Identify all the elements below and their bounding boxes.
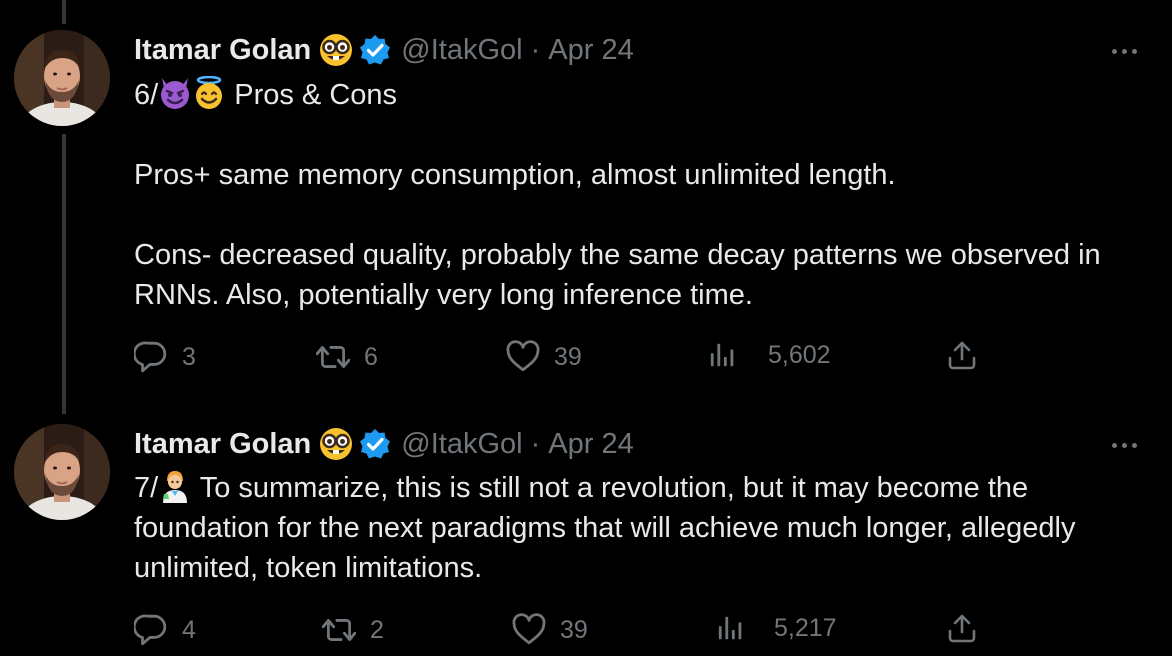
- author-handle[interactable]: @ItakGol: [401, 428, 522, 461]
- tweet-text: 7/ To summarize, this is still not a rev…: [134, 468, 1154, 588]
- tweet-paragraph: Pros+ same memory consumption, almost un…: [134, 159, 896, 191]
- tweet-actions: 4 2 39 5,217: [134, 613, 994, 653]
- reply-count: 3: [182, 342, 196, 371]
- verified-badge-icon[interactable]: [359, 34, 392, 66]
- reply-count: 4: [182, 615, 196, 644]
- share-button[interactable]: [946, 613, 978, 645]
- retweet-icon: [316, 346, 350, 368]
- tweet-actions: 3 6 39 5,602: [134, 340, 994, 380]
- author-name[interactable]: Itamar Golan: [134, 34, 311, 67]
- reply-icon: [134, 614, 167, 646]
- separator-dot: ·: [530, 33, 541, 66]
- tweet-date[interactable]: Apr 24: [548, 428, 633, 461]
- tweet-header: Itamar Golan @ItakGol · Apr 24: [134, 424, 634, 464]
- retweet-count: 6: [364, 342, 378, 371]
- like-count: 39: [554, 342, 582, 371]
- tweet-paragraph: Cons- decreased quality, probably the sa…: [134, 239, 1101, 311]
- tweet-date[interactable]: Apr 24: [548, 34, 633, 67]
- retweet-button[interactable]: 2: [322, 613, 384, 647]
- share-button[interactable]: [946, 340, 978, 372]
- author-avatar[interactable]: [14, 424, 110, 520]
- like-button[interactable]: 39: [512, 613, 588, 647]
- author-name[interactable]: Itamar Golan: [134, 428, 311, 461]
- like-count: 39: [560, 615, 588, 644]
- tweet-text: 6/ Pros & Cons Pros+ same memory consump…: [134, 75, 1154, 315]
- tweet-header: Itamar Golan @ItakGol · Apr 24: [134, 30, 634, 70]
- scientist-emoji-icon: [163, 471, 188, 503]
- views-count: 5,217: [774, 613, 837, 642]
- nerd-face-emoji-icon: [319, 427, 354, 461]
- reply-button[interactable]: 4: [134, 613, 196, 647]
- like-icon: [512, 613, 546, 645]
- author-avatar[interactable]: [14, 30, 110, 126]
- views-icon: [710, 343, 734, 367]
- reply-icon: [134, 341, 167, 373]
- reply-button[interactable]: 3: [134, 340, 196, 374]
- like-icon: [506, 340, 540, 372]
- more-options-icon[interactable]: [1104, 36, 1144, 66]
- separator-dot: ·: [530, 427, 541, 460]
- tweet-paragraph: 7/ To summarize, this is still not a rev…: [134, 468, 1154, 588]
- more-options-icon[interactable]: [1104, 430, 1144, 460]
- nerd-face-emoji-icon: [319, 33, 354, 67]
- share-icon: [948, 341, 976, 370]
- views-button[interactable]: 5,602: [708, 340, 831, 370]
- tweet-7[interactable]: Itamar Golan @ItakGol · Apr 24 7/ To sum…: [0, 400, 1172, 656]
- retweet-count: 2: [370, 615, 384, 644]
- retweet-icon: [322, 619, 356, 641]
- views-button[interactable]: 5,217: [716, 613, 837, 643]
- tweet-6[interactable]: Itamar Golan @ItakGol · Apr 24 6/ Pros &…: [0, 0, 1172, 400]
- views-count: 5,602: [768, 340, 831, 369]
- verified-badge-icon[interactable]: [359, 428, 392, 460]
- smiling-face-with-horns-emoji-icon: [161, 78, 190, 109]
- views-icon: [718, 616, 742, 640]
- smiling-face-with-halo-emoji-icon: [196, 76, 223, 109]
- retweet-button[interactable]: 6: [316, 340, 378, 374]
- share-icon: [948, 614, 976, 643]
- tweet-intro-line: 6/ Pros & Cons: [134, 75, 1154, 115]
- author-handle[interactable]: @ItakGol: [401, 34, 522, 67]
- like-button[interactable]: 39: [506, 340, 582, 374]
